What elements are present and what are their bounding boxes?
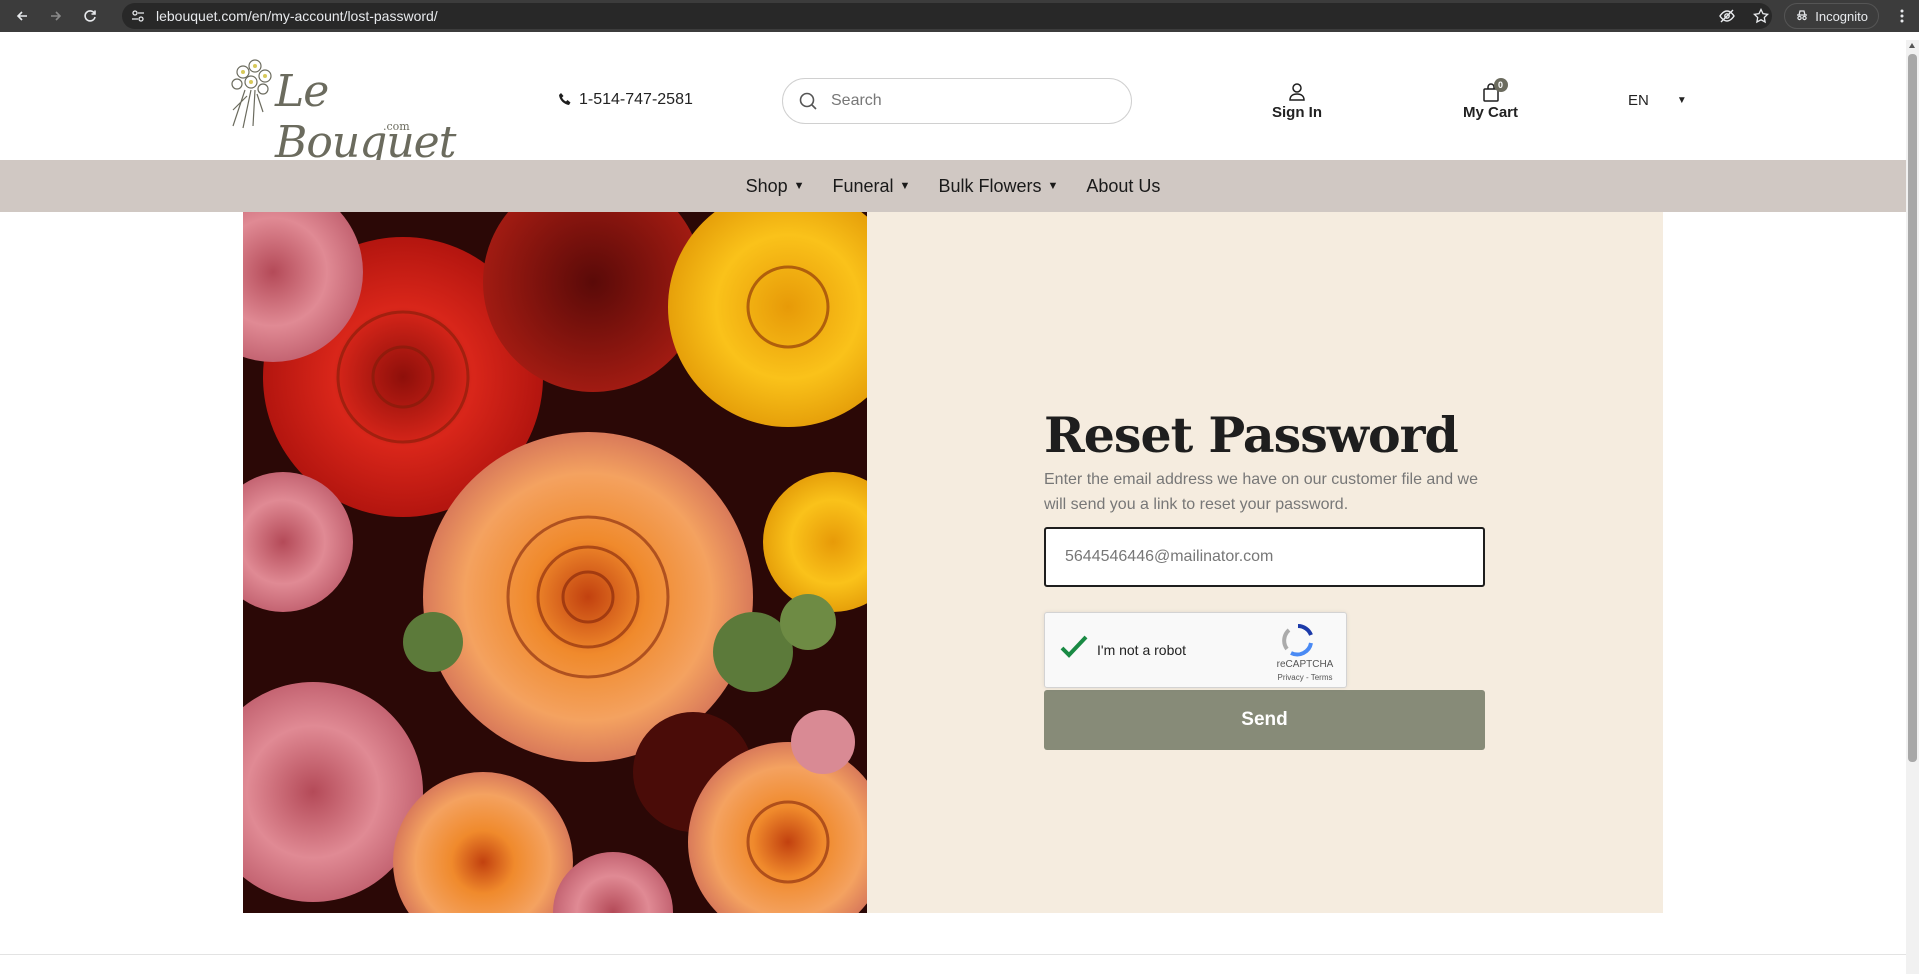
caret-down-icon: ▼	[1047, 180, 1059, 192]
nav-item-label: Shop	[745, 175, 788, 196]
cart-count-badge: 0	[1493, 78, 1508, 92]
caret-down-icon: ▼	[1676, 95, 1687, 106]
site-logo[interactable]: Le Bouquet .com	[225, 56, 470, 168]
page-scrollbar[interactable]	[1906, 40, 1919, 974]
phone-link[interactable]: 1-514-747-2581	[558, 91, 693, 109]
scrollbar-thumb[interactable]	[1908, 54, 1917, 762]
caret-down-icon: ▼	[793, 180, 805, 192]
nav-item-funeral[interactable]: Funeral ▼	[833, 176, 911, 197]
sign-in-link[interactable]: Sign In	[1272, 80, 1322, 121]
url-text: lebouquet.com/en/my-account/lost-passwor…	[156, 8, 438, 24]
address-bar[interactable]: lebouquet.com/en/my-account/lost-passwor…	[122, 3, 1772, 29]
logo-suffix: .com	[383, 120, 410, 133]
sign-in-label: Sign In	[1272, 104, 1322, 121]
browser-chrome-divider	[0, 32, 1919, 40]
nav-item-label: Bulk Flowers	[938, 175, 1042, 196]
recaptcha-icon	[1281, 623, 1315, 657]
browser-toolbar: lebouquet.com/en/my-account/lost-passwor…	[0, 0, 1919, 32]
incognito-label: Incognito	[1815, 8, 1868, 24]
send-button[interactable]: Send	[1044, 690, 1485, 750]
site-header: Le Bouquet .com 1-514-747-2581 Sign In 0…	[0, 40, 1906, 168]
nav-item-about-us[interactable]: About Us	[1086, 176, 1160, 197]
roses-image	[243, 212, 867, 913]
incognito-icon	[1795, 8, 1809, 25]
user-icon	[1288, 80, 1306, 104]
form-panel: Reset Password Enter the email address w…	[867, 212, 1663, 913]
recaptcha-widget[interactable]: I'm not a robot reCAPTCHA Privacy - Term…	[1044, 612, 1347, 688]
menu-icon[interactable]	[1891, 5, 1913, 27]
incognito-badge[interactable]: Incognito	[1784, 3, 1879, 29]
nav-item-bulk-flowers[interactable]: Bulk Flowers ▼	[938, 176, 1058, 197]
page-title: Reset Password	[1044, 406, 1459, 464]
caret-down-icon: ▼	[899, 180, 911, 192]
reset-password-form: Reset Password Enter the email address w…	[1044, 407, 1485, 750]
email-field[interactable]: 5644546446@mailinator.com	[1044, 527, 1485, 587]
eye-off-icon[interactable]	[1716, 5, 1738, 27]
search-icon[interactable]	[797, 90, 819, 112]
nav-item-shop[interactable]: Shop ▼	[746, 176, 805, 197]
browser-actions: Incognito	[1716, 0, 1919, 32]
nav-item-label: About Us	[1086, 175, 1161, 196]
site-info-icon[interactable]	[130, 8, 146, 24]
scroll-up-icon[interactable]	[1909, 43, 1915, 48]
cart-link[interactable]: 0 My Cart	[1463, 78, 1519, 121]
main-nav: Shop ▼ Funeral ▼ Bulk Flowers ▼ About Us	[0, 160, 1906, 212]
logo-text: Le Bouquet	[275, 66, 456, 168]
checkmark-icon[interactable]	[1058, 631, 1090, 663]
language-selector[interactable]: EN ▼	[1628, 92, 1687, 109]
footer-divider	[0, 954, 1906, 955]
search-bar[interactable]	[782, 78, 1132, 124]
nav-item-label: Funeral	[832, 175, 894, 196]
captcha-label: I'm not a robot	[1097, 642, 1187, 658]
back-icon[interactable]	[10, 4, 34, 28]
phone-icon	[558, 92, 572, 109]
search-input[interactable]	[831, 92, 1091, 110]
forward-icon[interactable]	[44, 4, 68, 28]
reset-password-section: Reset Password Enter the email address w…	[243, 212, 1663, 913]
bag-icon: 0	[1482, 78, 1508, 104]
form-description: Enter the email address we have on our c…	[1044, 471, 1479, 513]
reload-icon[interactable]	[78, 4, 102, 28]
cart-label: My Cart	[1463, 104, 1519, 121]
captcha-links[interactable]: Privacy - Terms	[1273, 673, 1337, 682]
language-value: EN	[1628, 92, 1649, 109]
phone-number: 1-514-747-2581	[579, 91, 693, 108]
captcha-brand: reCAPTCHA	[1276, 659, 1334, 670]
star-icon[interactable]	[1750, 5, 1772, 27]
